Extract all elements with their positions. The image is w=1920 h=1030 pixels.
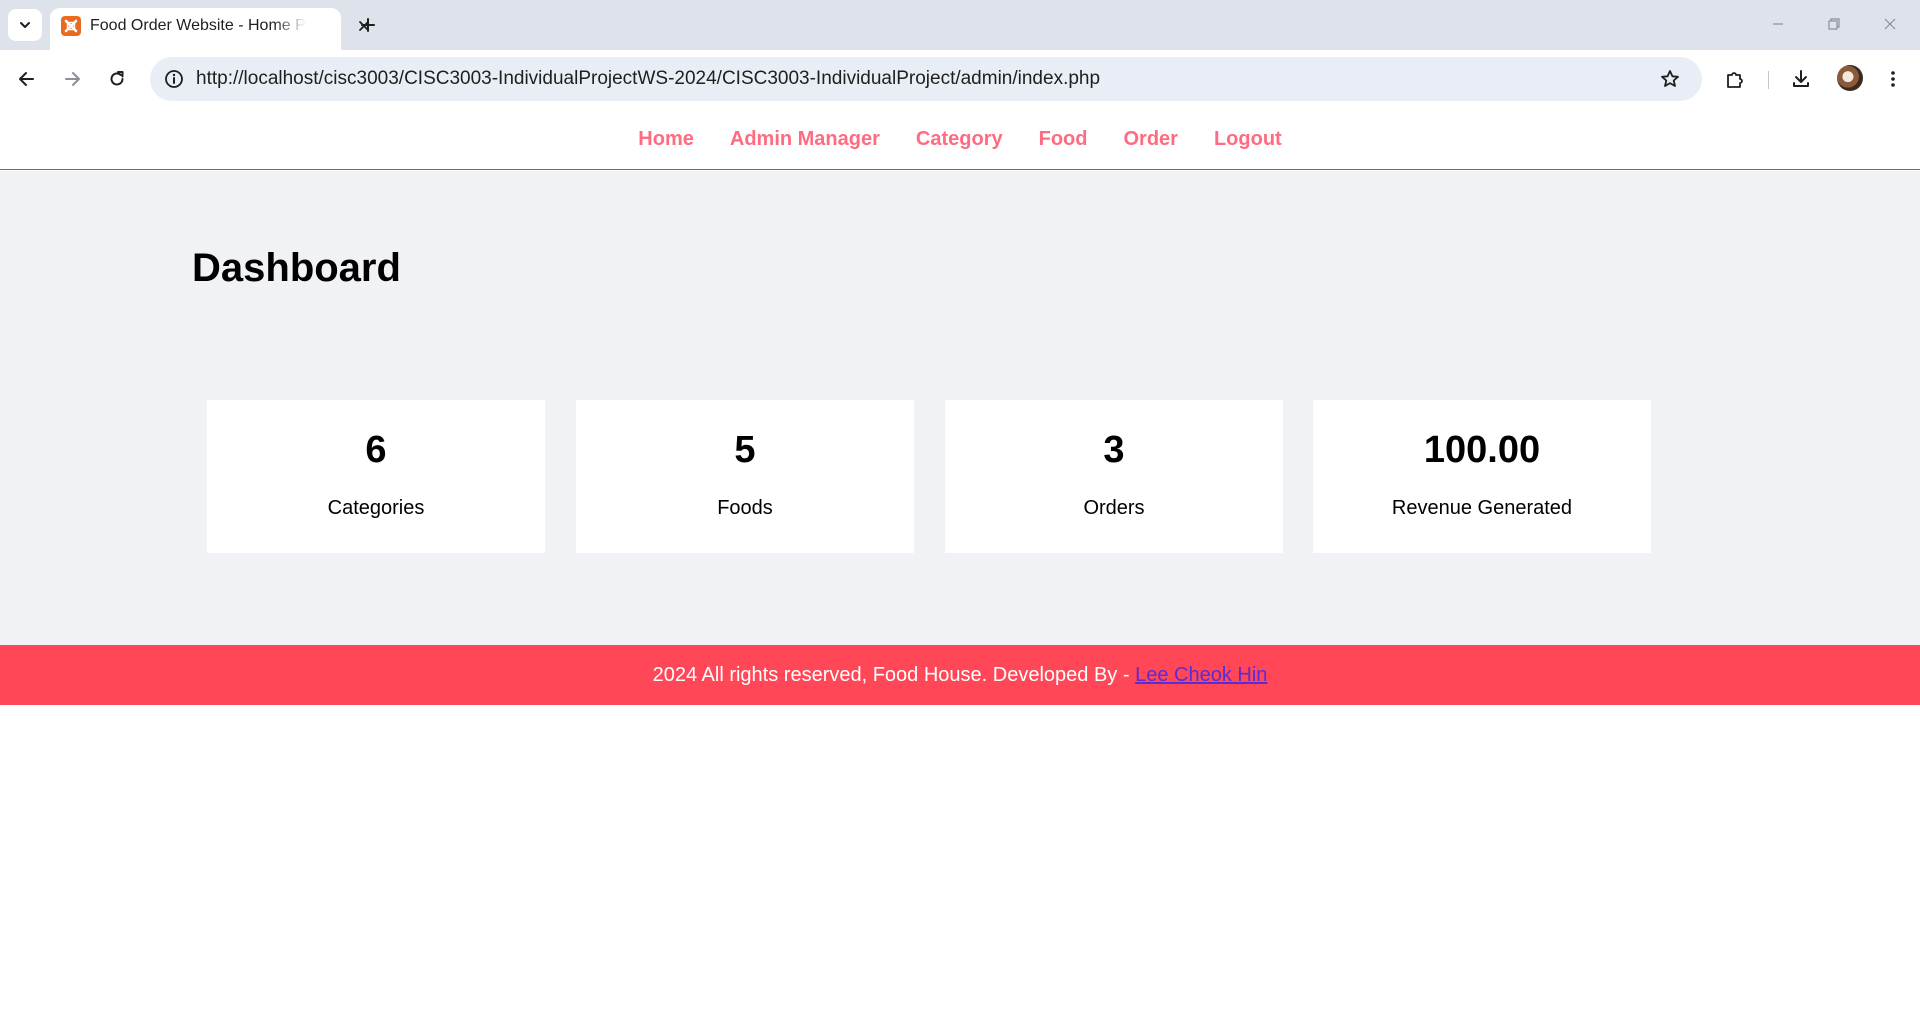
forward-button[interactable] <box>54 61 90 97</box>
url-text[interactable]: http://localhost/cisc3003/CISC3003-Indiv… <box>196 69 1100 89</box>
info-icon <box>165 70 183 88</box>
browser-toolbar: http://localhost/cisc3003/CISC3003-Indiv… <box>0 50 1920 108</box>
extensions-button[interactable] <box>1717 61 1753 97</box>
downloads-button[interactable] <box>1783 61 1819 97</box>
site-footer: 2024 All rights reserved, Food House. De… <box>0 645 1920 705</box>
stat-label: Orders <box>1083 497 1145 519</box>
nav-link-order[interactable]: Order <box>1123 126 1177 152</box>
browser-tab-active[interactable]: Food Order Website - Home Page <box>50 8 369 50</box>
main-content: Dashboard 6 Categories 5 Foods 3 Orders … <box>0 171 1920 645</box>
site-info-button[interactable] <box>160 65 188 93</box>
nav-link-food[interactable]: Food <box>1039 126 1088 152</box>
stat-card-orders: 3 Orders <box>945 400 1283 553</box>
stat-card-categories: 6 Categories <box>207 400 545 553</box>
footer-text: 2024 All rights reserved, Food House. De… <box>0 663 1920 687</box>
tab-strip: Food Order Website - Home Page <box>0 0 1920 50</box>
nav-link-category[interactable]: Category <box>916 126 1003 152</box>
stat-value: 3 <box>1103 429 1125 471</box>
reload-button[interactable] <box>99 61 135 97</box>
page-title: Dashboard <box>192 246 401 290</box>
nav-link-admin-manager[interactable]: Admin Manager <box>730 126 880 152</box>
xampp-icon <box>61 16 81 36</box>
footer-copyright: 2024 All rights reserved, Food House. De… <box>652 664 1136 686</box>
nav-link-home[interactable]: Home <box>638 126 694 152</box>
tab-search-button[interactable] <box>8 9 42 41</box>
nav-link-logout[interactable]: Logout <box>1214 126 1282 152</box>
stat-value: 5 <box>734 429 756 471</box>
arrow-left-icon <box>19 72 34 86</box>
nav-menu: Home Admin Manager Category Food Order L… <box>0 126 1920 152</box>
stat-label: Categories <box>327 497 425 519</box>
reload-icon <box>110 71 124 86</box>
download-icon <box>1793 70 1809 87</box>
arrow-right-icon <box>65 72 80 86</box>
close-icon <box>1884 18 1896 30</box>
restore-button[interactable] <box>1810 6 1858 42</box>
stat-label: Foods <box>717 497 773 519</box>
address-bar[interactable]: http://localhost/cisc3003/CISC3003-Indiv… <box>150 57 1702 101</box>
window-close-button[interactable] <box>1866 6 1914 42</box>
chevron-down-icon <box>20 22 30 28</box>
kebab-menu-icon <box>1891 71 1895 87</box>
restore-icon <box>1828 18 1840 30</box>
browser-menu-button[interactable] <box>1875 61 1911 97</box>
stat-label: Revenue Generated <box>1391 497 1573 519</box>
plus-icon <box>361 18 375 32</box>
tab-title: Food Order Website - Home Page <box>90 17 306 34</box>
toolbar-separator <box>1768 71 1769 89</box>
stat-card-revenue: 100.00 Revenue Generated <box>1313 400 1651 553</box>
puzzle-icon <box>1727 72 1743 88</box>
page-viewport: Home Admin Manager Category Food Order L… <box>0 108 1920 1030</box>
star-icon <box>1661 70 1679 87</box>
stat-value: 6 <box>365 429 387 471</box>
stat-card-foods: 5 Foods <box>576 400 914 553</box>
profile-avatar[interactable] <box>1837 65 1863 91</box>
minimize-button[interactable] <box>1754 6 1802 42</box>
developer-link[interactable]: Lee Cheok Hin <box>1135 664 1267 686</box>
back-button[interactable] <box>9 61 45 97</box>
bookmark-button[interactable] <box>1656 65 1684 93</box>
site-navigation: Home Admin Manager Category Food Order L… <box>0 108 1920 170</box>
stat-value: 100.00 <box>1423 429 1541 471</box>
new-tab-button[interactable] <box>352 9 384 41</box>
minimize-icon <box>1773 23 1783 25</box>
